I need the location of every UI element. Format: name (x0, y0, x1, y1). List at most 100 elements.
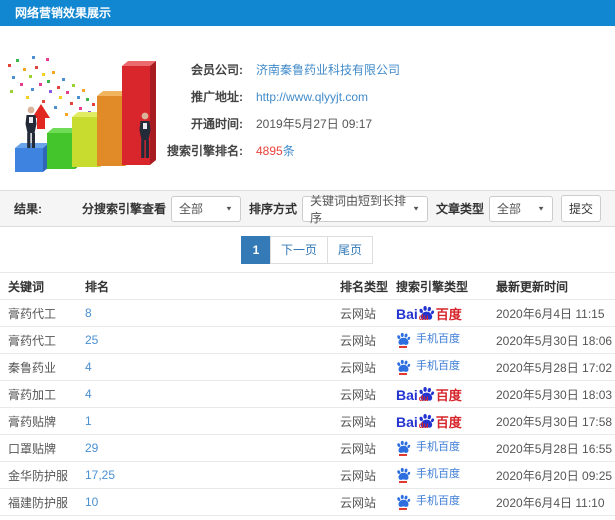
header-rank-type: 排名类型 (340, 272, 396, 300)
bar-chart-growth-clipart (2, 28, 172, 180)
header-rank: 排名 (85, 272, 340, 300)
ranking-count-label: 搜索引擎排名: (167, 144, 243, 158)
rank-link[interactable]: 1 (85, 414, 92, 428)
baidu-logo: Bai du 百度 (396, 413, 462, 430)
updated-cell: 2020年6月20日 09:25 (492, 461, 615, 489)
promo-url-label: 推广地址: (191, 90, 243, 104)
rank-type-cell: 云网站 (340, 434, 396, 462)
keyword-cell: 秦鲁药业 (0, 353, 85, 381)
page-1-button[interactable]: 1 (240, 235, 271, 264)
mobile-baidu-logo: 手机百度 (396, 359, 460, 375)
mobile-baidu-paw-icon (397, 467, 411, 480)
rank-link[interactable]: 17,25 (85, 468, 115, 482)
pagination: 1 下一页 尾页 (240, 235, 374, 264)
mobile-baidu-paw-icon (397, 440, 411, 453)
sort-filter-select[interactable]: 关键词由短到长排序 ▼ (301, 194, 428, 225)
rank-type-cell: 云网站 (340, 353, 396, 381)
rank-type-cell: 云网站 (340, 380, 396, 408)
sort-filter-label: 排序方式 (248, 202, 297, 216)
info-row-ranking-count: 搜索引擎排名: 4895条 (165, 137, 400, 164)
open-time-value: 2019年5月27日 09:17 (256, 117, 373, 131)
keyword-cell: 膏药代工 (0, 326, 85, 354)
submit-button[interactable]: 提交 (561, 195, 601, 222)
rank-link[interactable]: 4 (85, 360, 92, 374)
table-row: 口罩贴牌 29 云网站 Bai du (0, 434, 615, 462)
rank-type-cell: 云网站 (340, 299, 396, 327)
results-table: 关键词 排名 排名类型 搜索引擎类型 最新更新时间 膏药代工 8 云网站 Bai (0, 272, 615, 520)
info-row-open-time: 开通时间: 2019年5月27日 09:17 (165, 110, 400, 137)
info-row-url: 推广地址: http://www.qlyyjt.com (165, 83, 400, 110)
rank-type-cell: 云网站 (340, 407, 396, 435)
table-row: 膏药加工 4 云网站 Bai du 百度 2020年5月30日 18:03 (0, 380, 615, 408)
rank-type-cell: 云网站 (340, 461, 396, 489)
mobile-baidu-logo: 手机百度 (396, 332, 460, 348)
rank-link[interactable]: 29 (85, 441, 98, 455)
last-page-button[interactable]: 尾页 (327, 235, 374, 264)
company-label: 会员公司: (191, 63, 243, 77)
rank-type-cell: 云网站 (340, 326, 396, 354)
updated-cell: 2020年5月28日 16:55 (492, 434, 615, 462)
keyword-cell: 口罩贴牌 (0, 434, 85, 462)
article-type-value: 全部 (497, 202, 522, 216)
engine-filter-value: 全部 (178, 202, 203, 216)
next-page-button[interactable]: 下一页 (269, 235, 328, 264)
header-engine-type: 搜索引擎类型 (396, 272, 492, 300)
table-row: 秦鲁药业 4 云网站 Bai du (0, 353, 615, 381)
open-time-label: 开通时间: (191, 117, 243, 131)
keyword-cell: 福建防护服 (0, 488, 85, 516)
keyword-cell: 膏药加工 (0, 380, 85, 408)
article-type-select[interactable]: 全部 ▼ (489, 195, 553, 222)
company-link[interactable]: 济南秦鲁药业科技有限公司 (256, 63, 400, 77)
header-updated: 最新更新时间 (492, 272, 615, 300)
keyword-cell: 金华防护服 (0, 461, 85, 489)
updated-cell (492, 515, 615, 520)
filter-controls: 分搜索引擎查看 全部 ▼ 排序方式 关键词由短到长排序 ▼ 文章类型 全部 ▼ … (74, 194, 601, 225)
mobile-baidu-logo: 手机百度 (396, 494, 460, 510)
filter-bar: 结果: 分搜索引擎查看 全部 ▼ 排序方式 关键词由短到长排序 ▼ 文章类型 全… (0, 190, 615, 227)
updated-cell: 2020年5月30日 18:03 (492, 380, 615, 408)
keyword-cell: 膏药代工 (0, 299, 85, 327)
chevron-down-icon: ▼ (412, 204, 420, 213)
pagination-area: 1 下一页 尾页 (0, 227, 615, 272)
header-keyword: 关键词 (0, 272, 85, 300)
rank-type-cell: 云网站 (340, 488, 396, 516)
mobile-baidu-paw-icon (397, 332, 411, 345)
table-row: 膏药代工 25 云网站 Bai du (0, 326, 615, 354)
table-header-row: 关键词 排名 排名类型 搜索引擎类型 最新更新时间 (0, 272, 615, 300)
businessman-left (25, 106, 37, 148)
rank-link[interactable]: 10 (85, 495, 98, 509)
baidu-logo: Bai du 百度 (396, 386, 462, 403)
confetti-icon (8, 56, 95, 116)
updated-cell: 2020年6月4日 11:15 (492, 299, 615, 327)
updated-cell: 2020年5月30日 17:58 (492, 407, 615, 435)
rank-type-cell (340, 515, 396, 520)
chevron-down-icon: ▼ (225, 204, 233, 213)
updated-cell: 2020年5月30日 18:06 (492, 326, 615, 354)
baidu-logo: Bai du 百度 (396, 305, 462, 322)
updated-cell: 2020年6月4日 11:10 (492, 488, 615, 516)
table-row: Bai du 百度 (0, 515, 615, 520)
rank-link[interactable]: 4 (85, 387, 92, 401)
table-row: 金华防护服 17,25 云网站 Bai du (0, 461, 615, 489)
ranking-count-unit: 条 (282, 144, 295, 158)
sort-filter-value: 关键词由短到长排序 (309, 193, 406, 225)
info-section: 会员公司: 济南秦鲁药业科技有限公司 推广地址: http://www.qlyy… (0, 26, 615, 190)
keyword-cell: 膏药贴牌 (0, 407, 85, 435)
rank-link[interactable]: 8 (85, 306, 92, 320)
rank-link[interactable]: 25 (85, 333, 98, 347)
bar-red (122, 61, 156, 165)
table-row: 膏药贴牌 1 云网站 Bai du 百度 2020年5月30日 17:58 (0, 407, 615, 435)
updated-cell: 2020年5月28日 17:02 (492, 353, 615, 381)
chevron-down-icon: ▼ (537, 204, 545, 213)
table-row: 膏药代工 8 云网站 Bai du 百度 2020年6月4日 11:15 (0, 299, 615, 327)
promo-url-link[interactable]: http://www.qlyyjt.com (256, 90, 368, 104)
mobile-baidu-paw-icon (397, 494, 411, 507)
mobile-baidu-logo: 手机百度 (396, 440, 460, 456)
mobile-baidu-logo: 手机百度 (396, 467, 460, 483)
results-table-body: 膏药代工 8 云网站 Bai du 百度 2020年6月4日 11:15 膏药代… (0, 299, 615, 520)
keyword-cell (0, 515, 85, 520)
engine-filter-label: 分搜索引擎查看 (81, 202, 166, 216)
table-row: 福建防护服 10 云网站 Bai du (0, 488, 615, 516)
result-label: 结果: (14, 202, 42, 216)
engine-filter-select[interactable]: 全部 ▼ (170, 195, 241, 222)
